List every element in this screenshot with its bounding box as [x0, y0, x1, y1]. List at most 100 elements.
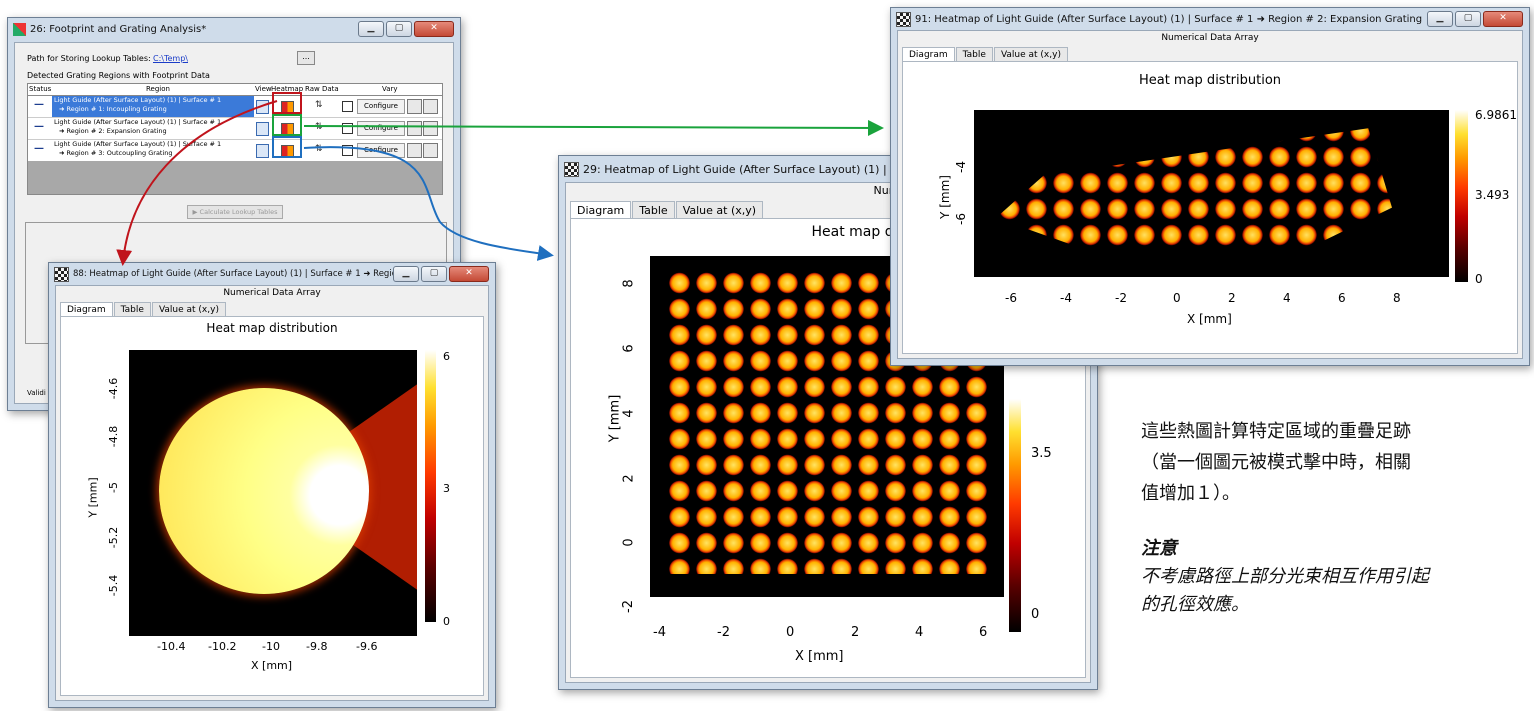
doc-icon[interactable]	[423, 99, 438, 114]
col-vary[interactable]: Vary	[382, 85, 398, 93]
y-tick: -5.2	[107, 526, 121, 549]
x-axis-label: X [mm]	[795, 649, 844, 664]
col-raw[interactable]: Raw Data	[305, 85, 339, 93]
plot-title: Heat map distribution	[206, 321, 338, 335]
annotation-text: 這些熱圖計算特定區域的重疊足跡 （當一個圖元被模式擊中時，相關 值增加１）。	[1141, 416, 1411, 509]
window-controls: ▁ ▢ ✕	[1427, 11, 1523, 27]
region-line1: Light Guide (After Surface Layout) (1) |…	[54, 118, 222, 126]
cbar-tick: 3.5	[1031, 446, 1052, 461]
note-block: 注意 不考慮路徑上部分光束相互作用引起 的孔徑效應。	[1141, 535, 1429, 619]
edit-icon[interactable]	[407, 121, 422, 136]
colorbar	[1455, 110, 1468, 282]
region-line2: ➜ Region # 3: Outcoupling Grating	[59, 149, 173, 157]
table-row[interactable]: — Light Guide (After Surface Layout) (1)…	[28, 96, 442, 118]
cbar-tick: 0	[1031, 607, 1040, 622]
configure-button[interactable]: Configure	[357, 143, 405, 158]
doc-icon[interactable]	[423, 121, 438, 136]
view-icon[interactable]	[256, 122, 269, 136]
edit-icon[interactable]	[407, 99, 422, 114]
tab-value-at-xy[interactable]: Value at (x,y)	[151, 302, 226, 317]
doc-icon[interactable]	[423, 143, 438, 158]
x-tick: -2	[1115, 291, 1127, 305]
browse-button[interactable]: ...	[297, 51, 315, 65]
tab-table[interactable]: Table	[113, 302, 151, 317]
tab-value-at-xy[interactable]: Value at (x,y)	[675, 201, 764, 219]
y-tick: 8	[621, 279, 637, 288]
close-button[interactable]: ✕	[449, 266, 489, 282]
highlight-box-green	[272, 114, 302, 136]
configure-button[interactable]: Configure	[357, 99, 405, 114]
col-region[interactable]: Region	[146, 85, 170, 93]
window-controls: ▁ ▢ ✕	[393, 266, 489, 282]
minimize-button[interactable]: ▁	[393, 266, 419, 282]
raw-data-icon[interactable]: ⇅	[315, 144, 323, 154]
cbar-tick: 6	[443, 350, 450, 363]
region-cell[interactable]: Light Guide (After Surface Layout) (1) |…	[52, 140, 254, 161]
x-tick: -6	[1005, 291, 1017, 305]
y-tick: 4	[621, 409, 637, 418]
tab-diagram[interactable]: Diagram	[902, 47, 955, 62]
col-status[interactable]: Status	[29, 85, 51, 93]
annotation-line: 值增加１）。	[1141, 483, 1240, 504]
region-cell[interactable]: Light Guide (After Surface Layout) (1) |…	[52, 118, 254, 139]
note-title: 注意	[1141, 538, 1177, 559]
heatmap-plot[interactable]	[974, 110, 1449, 277]
tab-diagram[interactable]: Diagram	[60, 302, 113, 317]
maximize-button[interactable]: ▢	[386, 21, 412, 37]
raw-data-icon[interactable]: ⇅	[315, 122, 323, 132]
minimize-button[interactable]: ▁	[358, 21, 384, 37]
y-tick: 6	[621, 344, 637, 353]
close-button[interactable]: ✕	[414, 21, 454, 37]
numerical-data-header: Numerical Data Array	[1161, 33, 1259, 43]
close-button[interactable]: ✕	[1483, 11, 1523, 27]
heatmap-window-icon	[896, 11, 911, 27]
x-tick: -10	[262, 640, 280, 653]
heatmap-window-icon	[564, 161, 579, 177]
maximize-button[interactable]: ▢	[421, 266, 447, 282]
region-cell-selected[interactable]: Light Guide (After Surface Layout) (1) |…	[52, 96, 254, 117]
heat-spot	[159, 388, 369, 594]
edit-icon[interactable]	[407, 143, 422, 158]
y-tick: -5	[106, 482, 120, 493]
regions-table: Status Region View Heatmap Raw Data Vary…	[27, 83, 443, 195]
tab-value-at-xy[interactable]: Value at (x,y)	[993, 47, 1068, 62]
highlight-box-blue	[272, 136, 302, 158]
plot-title: Heat map distribution	[1138, 73, 1282, 88]
x-tick: 6	[979, 625, 988, 640]
vary-checkbox[interactable]	[342, 101, 353, 112]
table-row[interactable]: — Light Guide (After Surface Layout) (1)…	[28, 140, 442, 161]
heatmap-plot[interactable]	[129, 350, 417, 636]
tab-table[interactable]: Table	[632, 201, 675, 219]
x-tick: 2	[851, 625, 860, 640]
path-link[interactable]: C:\Temp\	[153, 54, 188, 63]
x-tick: -2	[717, 625, 730, 640]
col-view[interactable]: View	[255, 85, 272, 93]
annotation-line: 這些熱圖計算特定區域的重疊足跡	[1141, 421, 1411, 442]
raw-data-icon[interactable]: ⇅	[315, 100, 323, 110]
view-tabs: Diagram Table Value at (x,y)	[60, 302, 227, 317]
region-line1: Light Guide (After Surface Layout) (1) |…	[54, 140, 222, 148]
view-icon[interactable]	[256, 144, 269, 158]
region-line2: ➜ Region # 2: Expansion Grating	[59, 127, 167, 135]
status-indicator: —	[34, 143, 44, 154]
minimize-button[interactable]: ▁	[1427, 11, 1453, 27]
calculate-lookup-button[interactable]: ▶ Calculate Lookup Tables	[187, 205, 283, 219]
tab-diagram[interactable]: Diagram	[570, 201, 632, 219]
cbar-tick: 0	[443, 615, 450, 628]
x-tick: -10.2	[208, 640, 237, 653]
maximize-button[interactable]: ▢	[1455, 11, 1481, 27]
y-axis-label: Y [mm]	[607, 394, 623, 443]
highlight-box-red	[272, 92, 302, 114]
x-tick: 6	[1338, 291, 1346, 305]
x-tick: 0	[786, 625, 795, 640]
configure-button[interactable]: Configure	[357, 121, 405, 136]
diagram-panel: Heat map distribution 6.9861 3.493 0 -6 …	[902, 61, 1518, 354]
view-icon[interactable]	[256, 100, 269, 114]
vary-checkbox[interactable]	[342, 123, 353, 134]
heatmap-window-expansion: 91: Heatmap of Light Guide (After Surfac…	[890, 7, 1530, 366]
cbar-tick: 3.493	[1475, 188, 1510, 202]
vary-checkbox[interactable]	[342, 145, 353, 156]
tab-table[interactable]: Table	[955, 47, 993, 62]
table-row[interactable]: — Light Guide (After Surface Layout) (1)…	[28, 118, 442, 140]
numerical-data-header: Numerical Data Array	[223, 288, 321, 298]
